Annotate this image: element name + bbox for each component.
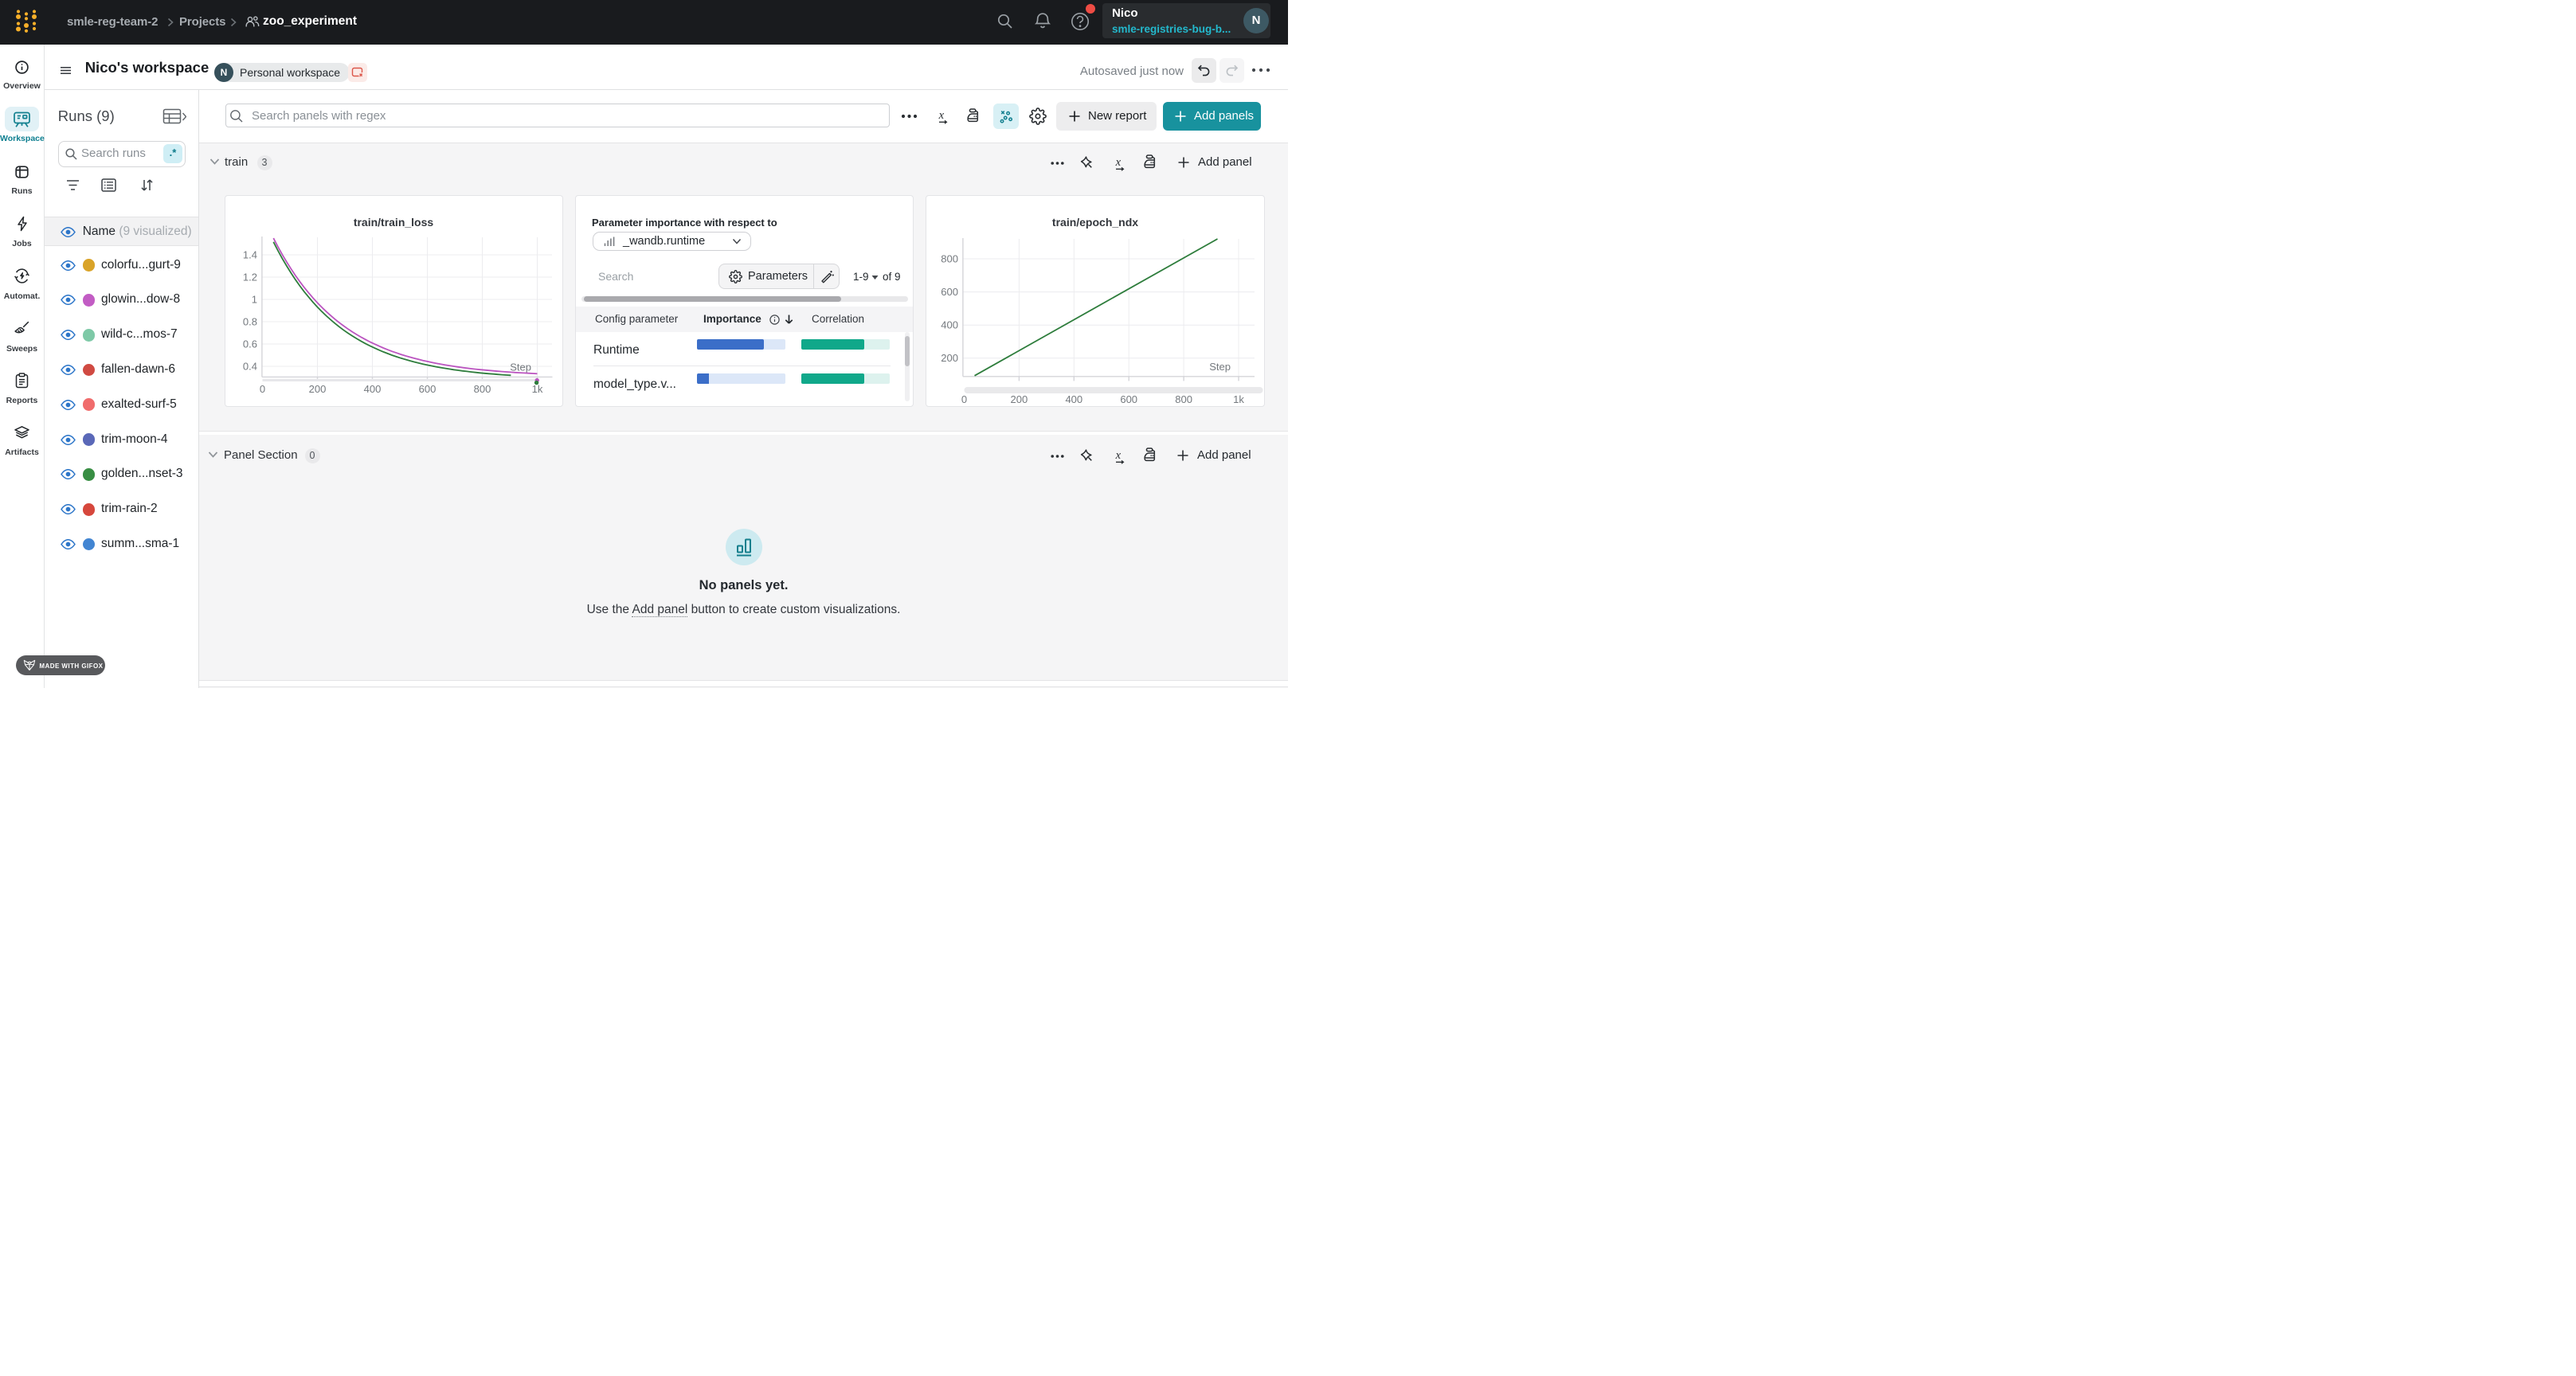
svg-text:200: 200 [1010, 393, 1028, 405]
svg-text:600: 600 [941, 286, 958, 298]
svg-text:1k: 1k [531, 383, 542, 395]
svg-text:0.6: 0.6 [242, 338, 256, 350]
svg-text:800: 800 [941, 253, 958, 265]
svg-text:600: 600 [1120, 393, 1137, 405]
svg-text:800: 800 [473, 383, 491, 395]
svg-text:200: 200 [941, 352, 958, 364]
svg-text:0: 0 [259, 383, 264, 395]
svg-text:1: 1 [251, 294, 256, 306]
svg-text:200: 200 [308, 383, 326, 395]
svg-text:x: x [1115, 156, 1122, 169]
svg-text:400: 400 [941, 319, 958, 331]
svg-text:x: x [938, 109, 945, 122]
svg-text:1.4: 1.4 [242, 249, 256, 261]
svg-text:Step: Step [1209, 361, 1231, 373]
svg-text:0: 0 [961, 393, 966, 405]
svg-text:1k: 1k [1233, 393, 1244, 405]
svg-text:400: 400 [1065, 393, 1082, 405]
svg-text:x: x [1115, 449, 1122, 462]
svg-text:400: 400 [363, 383, 381, 395]
svg-text:0.4: 0.4 [242, 361, 256, 373]
svg-text:1.2: 1.2 [242, 272, 256, 283]
svg-text:train/epoch_ndx: train/epoch_ndx [1051, 216, 1137, 229]
svg-text:train/train_loss: train/train_loss [353, 216, 433, 229]
svg-text:800: 800 [1175, 393, 1192, 405]
svg-text:0.8: 0.8 [242, 316, 256, 328]
svg-text:600: 600 [418, 383, 436, 395]
svg-text:Step: Step [510, 362, 531, 373]
